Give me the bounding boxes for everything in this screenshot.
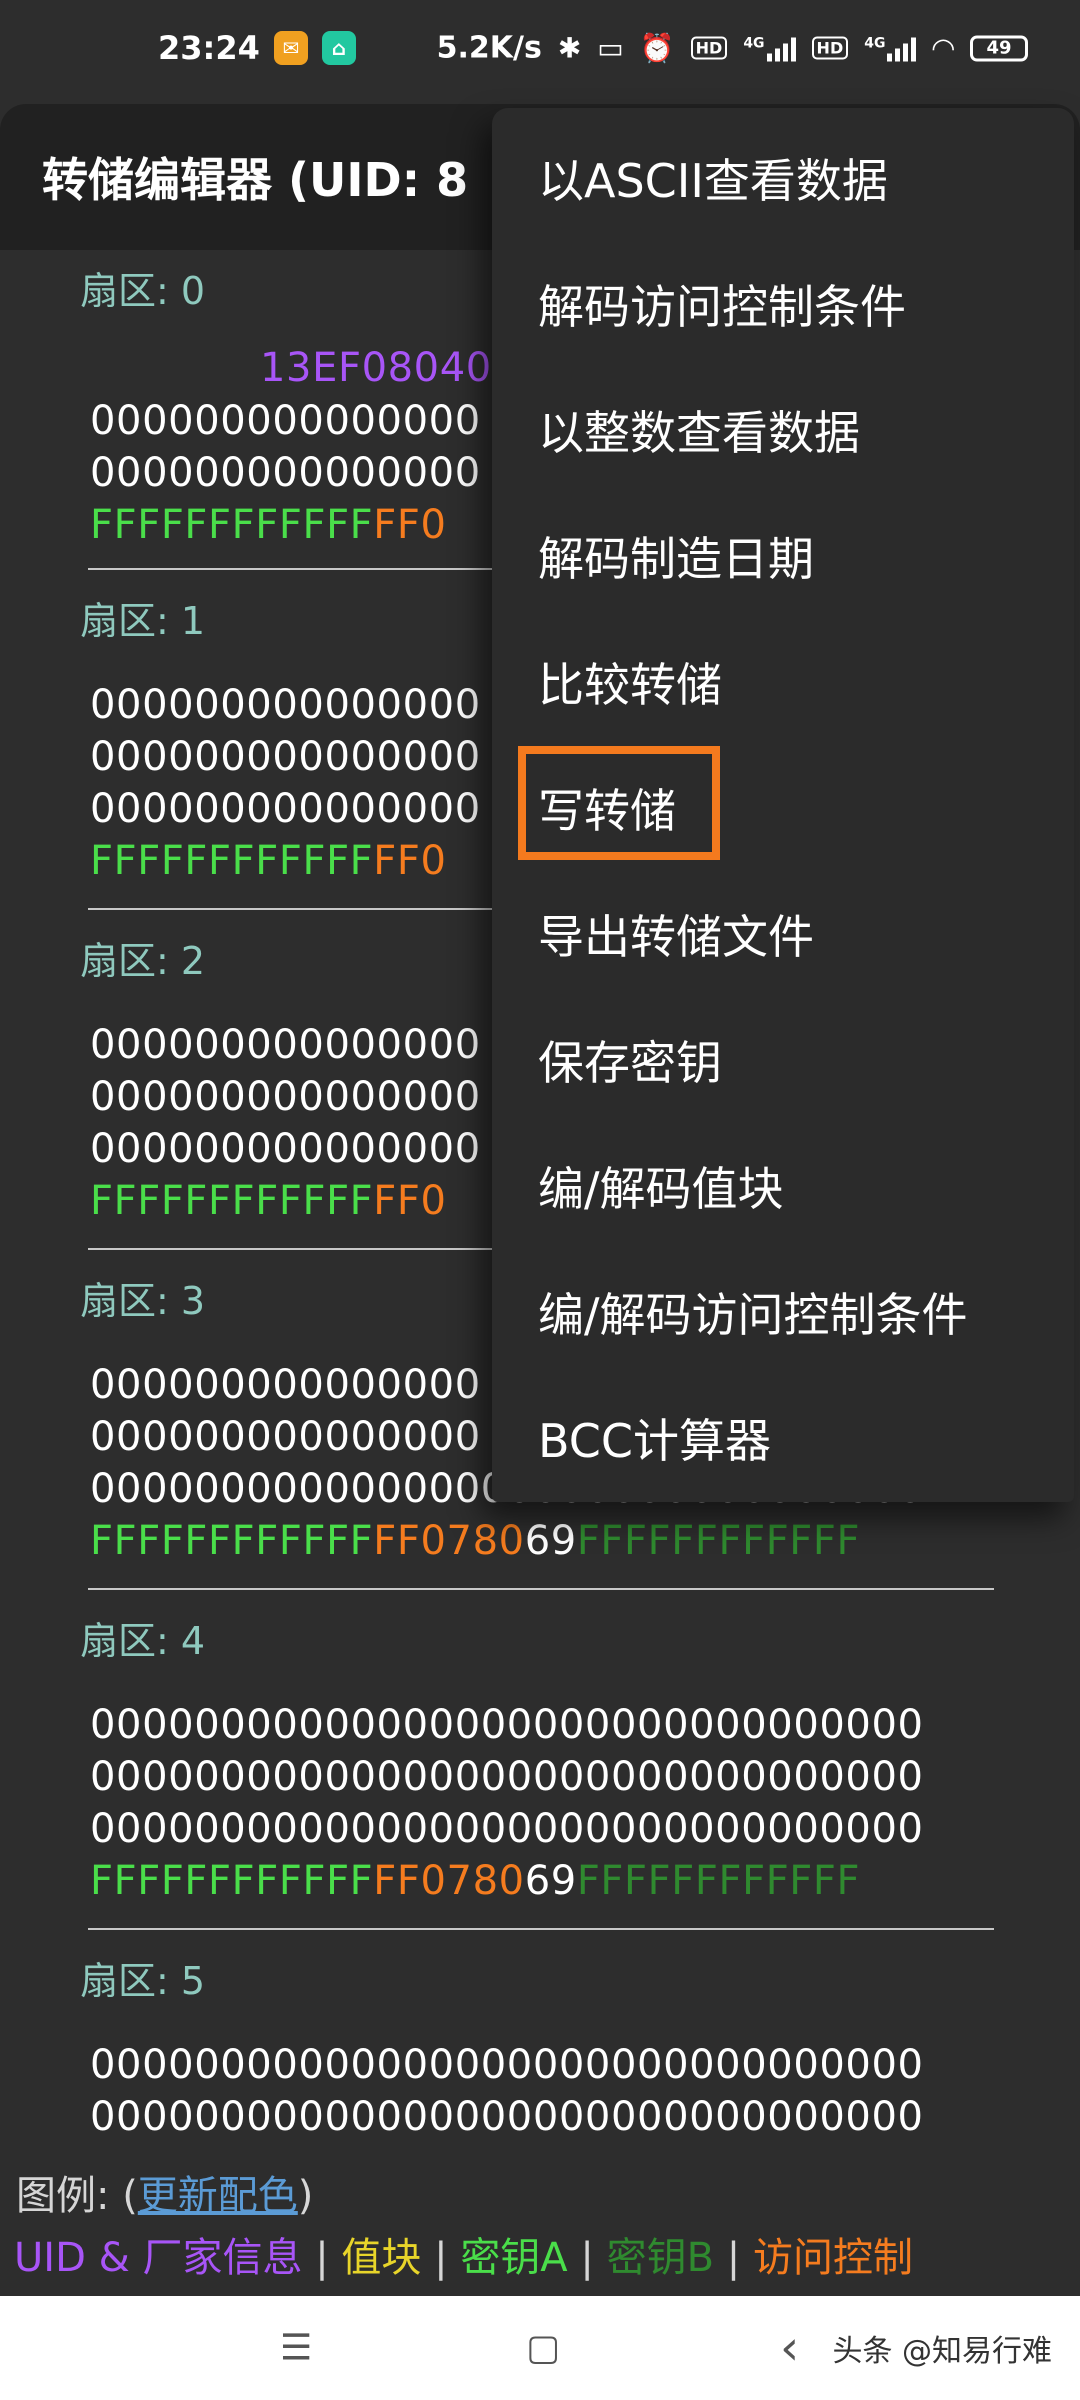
legend-access-control: 访问控制 bbox=[752, 2235, 913, 2281]
status-bar-right: 5.2K/s ✱ ▭ ⏰ HD 4G HD 4G ◠ 49 bbox=[437, 31, 1028, 66]
menu-item-bcc-calculator[interactable]: BCC计算器 bbox=[538, 1405, 771, 1471]
hd-icon: HD bbox=[811, 36, 849, 60]
menu-item-export-dump[interactable]: 导出转储文件 bbox=[538, 901, 814, 967]
legend-separator: | bbox=[567, 2235, 607, 2281]
trailer-line[interactable]: FFFFFFFFFFFFFF078069FFFFFFFFFFFF bbox=[90, 1858, 860, 1904]
general-purpose-byte: 69 bbox=[524, 1858, 577, 1904]
legend-separator: | bbox=[421, 2235, 461, 2281]
key-a: FFFFFFFFFFFF bbox=[90, 502, 374, 548]
home-nav-icon[interactable]: ▢ bbox=[526, 2328, 560, 2369]
block-line[interactable]: 000000000000000 bbox=[90, 1362, 481, 1408]
sector-divider bbox=[88, 1928, 994, 1930]
battery-icon: 49 bbox=[970, 35, 1028, 61]
status-bar: 23:24 ✉ ⌂ 5.2K/s ✱ ▭ ⏰ HD 4G HD 4G ◠ 49 bbox=[0, 0, 1080, 100]
legend-close: ) bbox=[297, 2173, 314, 2219]
access-bits: FF0780 bbox=[373, 1518, 525, 1564]
block-line[interactable]: 00000000000000000000000000000000 bbox=[90, 2042, 924, 2088]
menu-item-access-conditions-tool[interactable]: 编/解码访问控制条件 bbox=[538, 1279, 968, 1345]
legend-label: 图例: ( bbox=[16, 2173, 138, 2219]
access-bits: FF0780 bbox=[373, 1858, 525, 1904]
mail-icon: ✉ bbox=[273, 31, 308, 65]
block-line[interactable]: 000000000000000 bbox=[90, 682, 481, 728]
legend-separator: | bbox=[714, 2235, 753, 2281]
menu-item-compare-dumps[interactable]: 比较转储 bbox=[538, 649, 722, 715]
trailer-line[interactable]: FFFFFFFFFFFFFF078069FFFFFFFFFFFF bbox=[90, 1518, 860, 1564]
block-line[interactable]: 00000000000000000000000000000000 bbox=[90, 1754, 924, 1800]
signal-bars bbox=[766, 35, 796, 61]
hd-icon: HD bbox=[690, 36, 728, 60]
block-line[interactable]: 000000000000000 bbox=[90, 450, 481, 496]
key-a: FFFFFFFFFFFF bbox=[90, 838, 374, 884]
block-line[interactable]: 000000000000000 bbox=[90, 1022, 481, 1068]
access-bits: FF0 bbox=[373, 838, 447, 884]
block-line[interactable]: 00000000000000000000000000000000 bbox=[90, 2094, 924, 2140]
sector-title: 扇区: 4 bbox=[80, 1619, 206, 1663]
vibrate-icon: ▭ bbox=[597, 31, 624, 65]
back-nav-icon[interactable]: ‹ bbox=[780, 2320, 799, 2376]
sector-divider bbox=[88, 1588, 994, 1590]
menu-item-view-ascii[interactable]: 以ASCII查看数据 bbox=[538, 145, 888, 211]
access-bits: FF0 bbox=[373, 1178, 447, 1224]
navigation-bar: ☰ ▢ ‹ 头条 @知易行难 bbox=[0, 2296, 1080, 2400]
block-line[interactable]: 000000000000000 bbox=[90, 1414, 481, 1460]
highlight-box bbox=[518, 746, 720, 860]
block-line[interactable]: 00000000000000000000000000000000 bbox=[90, 1806, 924, 1852]
sector-title: 扇区: 5 bbox=[80, 1959, 206, 2003]
legend-value-block: 值块 bbox=[341, 2235, 422, 2281]
menu-nav-icon[interactable]: ☰ bbox=[280, 2328, 312, 2369]
legend-key-b: 密钥B bbox=[606, 2235, 715, 2281]
trailer-line[interactable]: FFFFFFFFFFFFFF0 bbox=[90, 838, 447, 884]
legend-uid: UID & 厂家信息 bbox=[14, 2235, 303, 2281]
menu-item-view-integer[interactable]: 以整数查看数据 bbox=[538, 397, 860, 463]
legend-separator: | bbox=[302, 2235, 342, 2281]
network-speed: 5.2K/s bbox=[436, 30, 542, 66]
trailer-line[interactable]: FFFFFFFFFFFFFF0 bbox=[90, 1178, 447, 1224]
key-a: FFFFFFFFFFFF bbox=[90, 1178, 374, 1224]
wifi-icon: ◠ bbox=[932, 31, 954, 65]
block-line[interactable]: 00000000000000000000000000000000 bbox=[90, 1702, 924, 1748]
page-title: 转储编辑器 (UID: 8 bbox=[42, 153, 469, 207]
sector-title: 扇区: 2 bbox=[80, 939, 206, 983]
signal-bars bbox=[887, 35, 917, 61]
sector-title: 扇区: 1 bbox=[80, 599, 206, 643]
mi-home-icon: ⌂ bbox=[321, 31, 356, 65]
menu-item-decode-access-conditions[interactable]: 解码访问控制条件 bbox=[538, 271, 906, 337]
block-line[interactable]: 000000000000000 bbox=[90, 1126, 481, 1172]
status-bar-left: 23:24 ✉ ⌂ bbox=[158, 29, 356, 67]
status-time: 23:24 bbox=[158, 29, 260, 67]
menu-item-decode-manufacture-date[interactable]: 解码制造日期 bbox=[538, 523, 814, 589]
watermark: 头条 @知易行难 bbox=[832, 2334, 1052, 2369]
menu-item-value-block-tool[interactable]: 编/解码值块 bbox=[538, 1153, 784, 1219]
alarm-icon: ⏰ bbox=[639, 31, 675, 65]
trailer-line[interactable]: FFFFFFFFFFFFFF0 bbox=[90, 502, 447, 548]
network-type: 4G bbox=[743, 35, 765, 51]
legend-header: 图例: (更新配色) bbox=[16, 2163, 313, 2221]
access-bits: FF0 bbox=[373, 502, 447, 548]
key-a: FFFFFFFFFFFF bbox=[90, 1518, 374, 1564]
legend-key-a: 密钥A bbox=[460, 2235, 568, 2281]
legend-colors: UID & 厂家信息 | 值块 | 密钥A | 密钥B | 访问控制 bbox=[14, 2225, 913, 2283]
block-line[interactable]: 000000000000000 bbox=[90, 734, 481, 780]
block-line[interactable]: 000000000000000 bbox=[90, 398, 481, 444]
network-type: 4G bbox=[864, 35, 886, 51]
menu-item-save-keys[interactable]: 保存密钥 bbox=[538, 1027, 722, 1093]
key-b: FFFFFFFFFFFF bbox=[576, 1858, 861, 1904]
key-b: FFFFFFFFFFFF bbox=[576, 1518, 861, 1564]
sector-title: 扇区: 3 bbox=[80, 1279, 206, 1323]
block-line[interactable]: 000000000000000 bbox=[90, 786, 481, 832]
sector-title: 扇区: 0 bbox=[80, 269, 206, 313]
signal-icon: 4G bbox=[743, 35, 796, 61]
signal-icon: 4G bbox=[864, 35, 917, 61]
key-a: FFFFFFFFFFFF bbox=[90, 1858, 374, 1904]
general-purpose-byte: 69 bbox=[524, 1518, 577, 1564]
block-line[interactable]: 000000000000000 bbox=[90, 1074, 481, 1120]
update-colors-link[interactable]: 更新配色 bbox=[138, 2173, 298, 2219]
bluetooth-icon: ✱ bbox=[557, 31, 582, 65]
uid-line[interactable]: 13EF08040 bbox=[260, 345, 492, 391]
